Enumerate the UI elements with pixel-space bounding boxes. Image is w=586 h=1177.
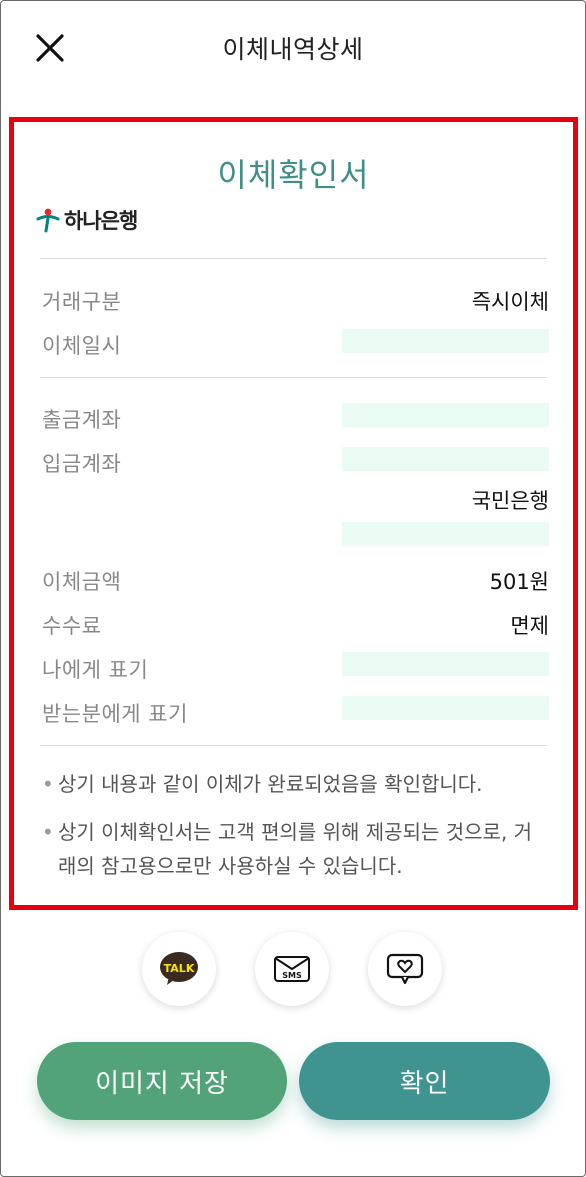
deposit-account-masked — [342, 447, 549, 471]
save-image-button[interactable]: 이미지 저장 — [37, 1042, 287, 1120]
sms-label: SMS — [282, 971, 302, 980]
withdraw-account-masked — [342, 403, 549, 427]
divider — [40, 745, 547, 746]
favorite-share-button[interactable] — [368, 932, 442, 1006]
deposit-holder-masked — [342, 522, 549, 546]
note-text: 상기 이체확인서는 고객 편의를 위해 제공되는 것으로, 거래의 참고용으로만… — [58, 820, 533, 878]
sms-envelope-icon: SMS — [274, 956, 310, 982]
bank-logo: 하나은행 — [36, 206, 138, 234]
deposit-account-label: 입금계좌 — [42, 452, 122, 476]
note-item: • 상기 이체확인서는 고객 편의를 위해 제공되는 것으로, 거래의 참고용으… — [42, 815, 543, 883]
transaction-type-label: 거래구분 — [42, 290, 122, 314]
header: 이체내역상세 — [0, 0, 586, 96]
hana-bank-logo-icon — [36, 208, 60, 233]
confirm-button[interactable]: 확인 — [299, 1042, 550, 1120]
bank-name: 하나은행 — [64, 209, 138, 233]
bullet-icon: • — [42, 772, 54, 796]
talk-label: TALK — [164, 962, 195, 975]
fee-label: 수수료 — [42, 614, 102, 638]
kakaotalk-share-button[interactable]: TALK — [142, 932, 216, 1006]
amount-label: 이체금액 — [42, 570, 122, 594]
sms-share-button[interactable]: SMS — [255, 932, 329, 1006]
divider — [40, 377, 547, 378]
note-item: • 상기 내용과 같이 이체가 완료되었음을 확인합니다. — [42, 767, 543, 801]
memo-to-me-label: 나에게 표기 — [42, 658, 149, 682]
memo-to-recipient-masked — [342, 696, 549, 720]
kakaotalk-icon: TALK — [160, 952, 198, 985]
divider — [40, 258, 547, 259]
note-text: 상기 내용과 같이 이체가 완료되었음을 확인합니다. — [58, 772, 483, 796]
memo-to-recipient-label: 받는분에게 표기 — [42, 702, 188, 726]
receipt-title: 이체확인서 — [217, 156, 370, 194]
heart-message-icon — [386, 953, 424, 985]
transaction-type-value: 즉시이체 — [471, 290, 549, 314]
page-title: 이체내역상세 — [222, 35, 364, 64]
transfer-datetime-masked — [342, 329, 549, 353]
amount-value: 501원 — [489, 570, 549, 594]
transfer-receipt: 이체확인서 하나은행 거래구분 즉시이체 이체일시 출금계좌 입금계좌 국민은행… — [9, 117, 578, 910]
bullet-icon: • — [42, 820, 54, 844]
transfer-datetime-label: 이체일시 — [42, 334, 122, 358]
deposit-bank-name: 국민은행 — [471, 489, 549, 513]
withdraw-account-label: 출금계좌 — [42, 408, 122, 432]
memo-to-me-masked — [342, 652, 549, 676]
fee-value: 면제 — [510, 614, 549, 638]
